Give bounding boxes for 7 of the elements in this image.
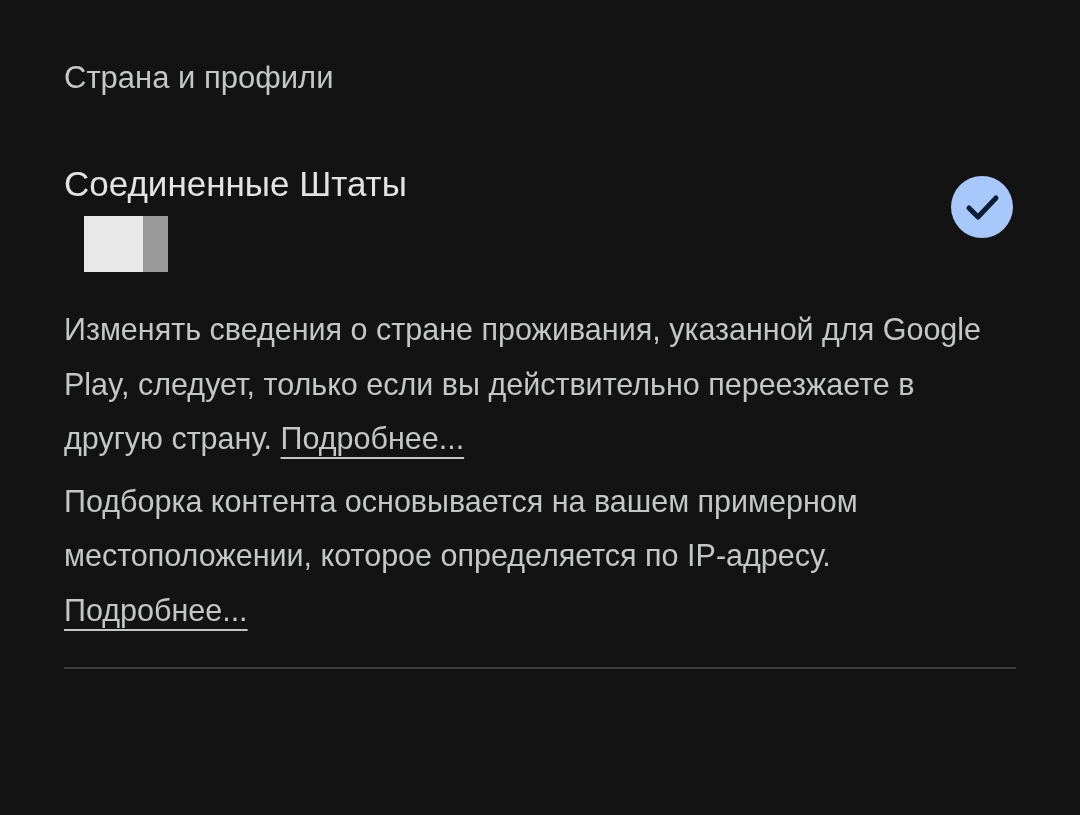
country-name: Соединенные Штаты [64,163,407,205]
info-text: Подборка контента основывается на вашем примерном местоположении, которое определяется по IP-адресу. Подробнее... [64,482,859,630]
learn-more-link[interactable]: Подробнее... [280,421,465,455]
learn-more-link[interactable]: Подробнее... [64,592,248,627]
info-text: Изменять сведения о стране проживания, указанной для Google Play, следует, только если вы действительно переезжаете в другую страну. Подробнее... [64,311,983,458]
section-title: Страна и профили [64,59,335,97]
country-option[interactable]: Соединенные Штаты [64,162,1016,272]
